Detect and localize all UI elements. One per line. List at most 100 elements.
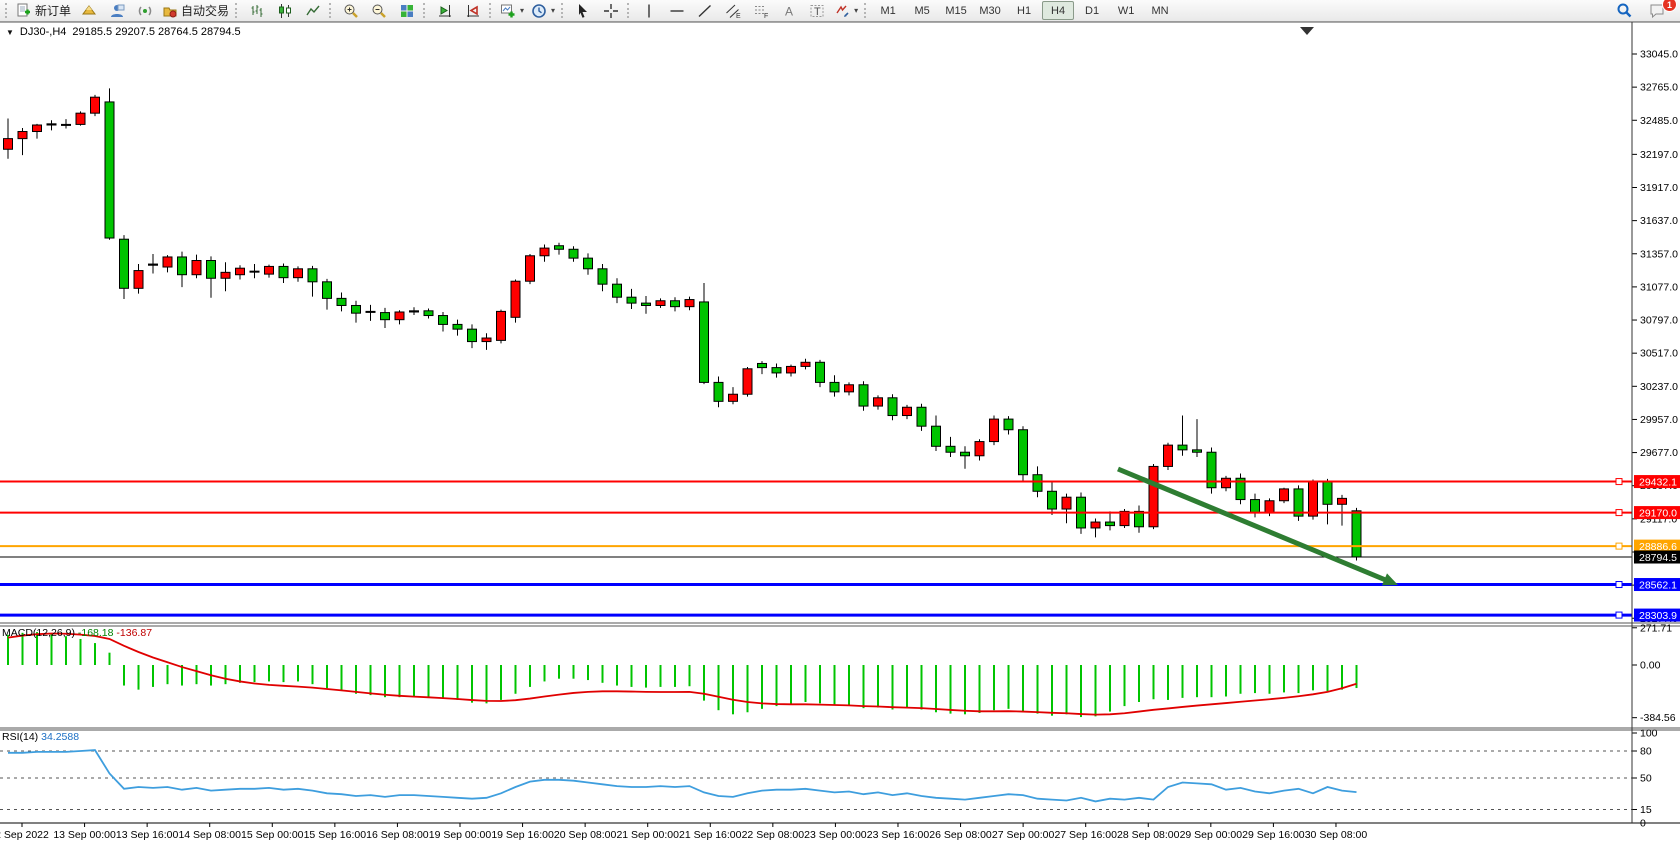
- horizontal-line-button[interactable]: [663, 0, 690, 21]
- vertical-line-button[interactable]: [635, 0, 662, 21]
- svg-text:28794.5: 28794.5: [1639, 552, 1677, 564]
- candle-body: [323, 282, 332, 299]
- candle-body: [729, 394, 738, 401]
- collapse-icon[interactable]: ▼: [6, 28, 14, 37]
- candle-body: [468, 329, 477, 341]
- candle-body: [352, 305, 361, 313]
- toolbar-grip: [235, 3, 240, 18]
- cursor-button[interactable]: [569, 0, 596, 21]
- svg-text:100: 100: [1640, 728, 1658, 740]
- symbol-name: DJ30-,H4: [20, 26, 66, 38]
- text-label-icon: T: [809, 3, 825, 19]
- new-chart-button[interactable]: ▾: [497, 0, 527, 21]
- toolbar-grip: [5, 3, 10, 18]
- notifications-button[interactable]: 1: [1644, 0, 1671, 21]
- candle-body: [366, 311, 375, 312]
- candle-body: [888, 398, 897, 416]
- community-button[interactable]: [103, 0, 130, 21]
- candle-body: [482, 338, 491, 342]
- candle-body: [830, 382, 839, 391]
- search-icon: [1616, 2, 1633, 19]
- candle-body: [337, 298, 346, 305]
- chart-shift-button[interactable]: [431, 0, 458, 21]
- candle-body: [1091, 522, 1100, 528]
- time-label: 2 Sep 2022: [0, 829, 49, 841]
- hline-handle[interactable]: [1616, 510, 1622, 516]
- timeframe-mn[interactable]: MN: [1144, 1, 1176, 20]
- timeframe-m15[interactable]: M15: [940, 1, 972, 20]
- channel-icon: E: [725, 3, 741, 19]
- svg-text:32197.0: 32197.0: [1640, 149, 1678, 161]
- candle-body: [192, 261, 201, 275]
- candle-body: [47, 124, 56, 125]
- chart-shift-icon: [437, 3, 453, 19]
- fibonacci-button[interactable]: F: [747, 0, 774, 21]
- new-chart-icon: [500, 3, 516, 19]
- svg-text:31077.0: 31077.0: [1640, 281, 1678, 293]
- chart-canvas[interactable]: 33045.032765.032485.032197.031917.031637…: [0, 22, 1680, 845]
- chart-window[interactable]: 33045.032765.032485.032197.031917.031637…: [0, 22, 1680, 845]
- signals-button[interactable]: [131, 0, 158, 21]
- svg-text:0.00: 0.00: [1640, 660, 1661, 672]
- timeframe-h1[interactable]: H1: [1008, 1, 1040, 20]
- hline-handle[interactable]: [1616, 543, 1622, 549]
- candle-body: [76, 113, 85, 124]
- timeframe-m1[interactable]: M1: [872, 1, 904, 20]
- trendline-icon: [697, 3, 713, 19]
- hline-handle[interactable]: [1616, 612, 1622, 618]
- candle-body: [903, 407, 912, 415]
- arrows-objects-button[interactable]: ▾: [831, 0, 861, 21]
- crosshair-button[interactable]: [597, 0, 624, 21]
- tile-windows-icon: [399, 3, 415, 19]
- svg-text:28303.9: 28303.9: [1639, 610, 1677, 622]
- candle-body: [700, 302, 709, 382]
- candle-body: [1004, 419, 1013, 430]
- new-order-icon: [16, 3, 32, 19]
- candle-body: [279, 266, 288, 277]
- hline-handle[interactable]: [1616, 479, 1622, 485]
- toolbar-grip: [489, 3, 494, 18]
- time-label: 14 Sep 08:00: [178, 829, 241, 841]
- rsi-indicator-label: RSI(14) 34.2588: [2, 731, 79, 743]
- main-toolbar: 新订单 自动交易 ▾ ▾: [0, 0, 1680, 22]
- auto-scroll-button[interactable]: [459, 0, 486, 21]
- candle-body: [1193, 450, 1202, 452]
- time-label: 27 Sep 16:00: [1054, 829, 1117, 841]
- profiles-button[interactable]: ▾: [528, 0, 558, 21]
- timeframe-w1[interactable]: W1: [1110, 1, 1142, 20]
- timeframe-m30[interactable]: M30: [974, 1, 1006, 20]
- timeframe-m5[interactable]: M5: [906, 1, 938, 20]
- time-label: 20 Sep 08:00: [554, 829, 617, 841]
- zoom-out-button[interactable]: [365, 0, 392, 21]
- svg-text:30797.0: 30797.0: [1640, 315, 1678, 327]
- candle-body: [1048, 491, 1057, 509]
- time-label: 23 Sep 00:00: [804, 829, 867, 841]
- new-order-button[interactable]: 新订单: [13, 0, 74, 21]
- candle-body: [932, 426, 941, 446]
- candle-chart-button[interactable]: [271, 0, 298, 21]
- hline-handle[interactable]: [1616, 582, 1622, 588]
- time-label: 30 Sep 08:00: [1305, 829, 1368, 841]
- gold-symbol-button[interactable]: [75, 0, 102, 21]
- candle-body: [975, 442, 984, 456]
- candle-body: [917, 407, 926, 426]
- text-button[interactable]: A: [775, 0, 802, 21]
- svg-text:29677.0: 29677.0: [1640, 447, 1678, 459]
- candle-body: [497, 311, 506, 340]
- equidistant-channel-button[interactable]: E: [719, 0, 746, 21]
- trendline-button[interactable]: [691, 0, 718, 21]
- timeframe-h4[interactable]: H4: [1042, 1, 1074, 20]
- auto-trading-button[interactable]: 自动交易: [159, 0, 232, 21]
- bar-chart-button[interactable]: [243, 0, 270, 21]
- time-label: 22 Sep 08:00: [742, 829, 805, 841]
- zoom-in-button[interactable]: [337, 0, 364, 21]
- candle-body: [250, 271, 259, 272]
- search-button[interactable]: [1611, 0, 1638, 21]
- tile-windows-button[interactable]: [393, 0, 420, 21]
- line-chart-button[interactable]: [299, 0, 326, 21]
- toolbar-grip: [627, 3, 632, 18]
- candlestick-icon: [277, 3, 293, 19]
- candle-body: [1149, 466, 1158, 526]
- timeframe-d1[interactable]: D1: [1076, 1, 1108, 20]
- text-label-button[interactable]: T: [803, 0, 830, 21]
